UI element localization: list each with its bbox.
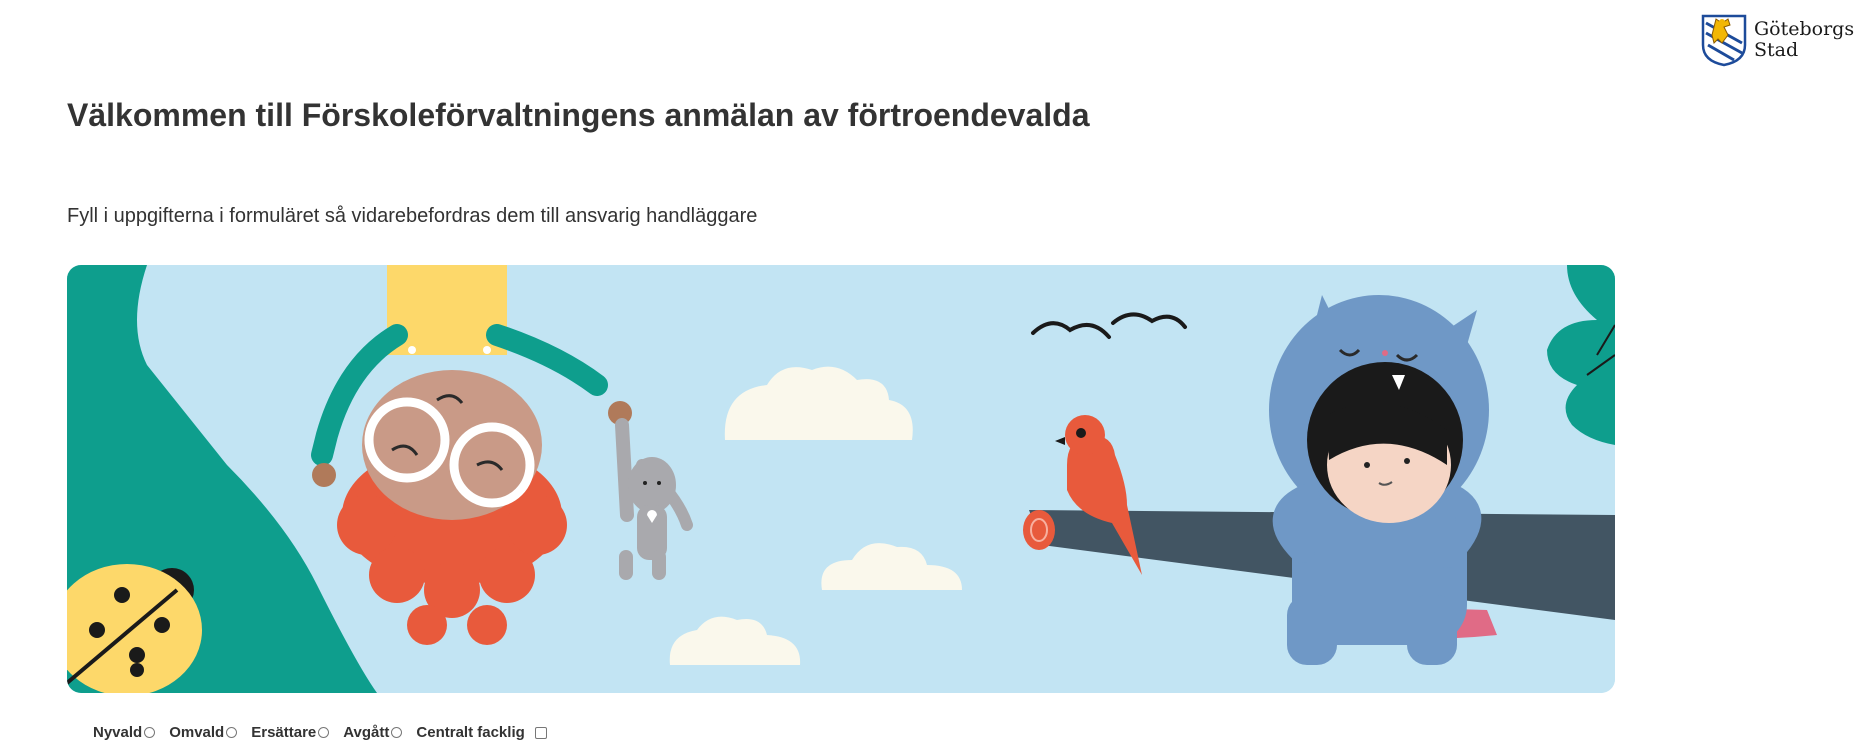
radio-button[interactable] [226, 727, 238, 738]
checkbox[interactable] [534, 726, 547, 739]
page-title: Välkommen till Förskoleförvaltningens an… [67, 97, 1090, 133]
intro-text: Fyll i uppgifterna i formuläret så vidar… [67, 205, 758, 227]
logo-line-1: Göteborgs [1754, 18, 1855, 40]
city-crest-icon [1701, 14, 1747, 67]
goteborgs-stad-logo[interactable]: Göteborgs Stad [1700, 13, 1854, 67]
radio-button[interactable] [144, 727, 156, 738]
option-nyvald[interactable]: Nyvald [93, 724, 156, 741]
option-label: Nyvald [93, 724, 143, 741]
option-ersättare[interactable]: Ersättare [251, 724, 330, 741]
option-omvald[interactable]: Omvald [169, 724, 238, 741]
children-illustration-icon [67, 265, 1615, 693]
logo-text: Göteborgs Stad [1754, 19, 1854, 61]
radio-button[interactable] [318, 727, 330, 738]
option-avgått[interactable]: Avgått [343, 724, 403, 741]
radio-button[interactable] [391, 727, 403, 738]
logo-line-2: Stad [1754, 39, 1799, 61]
hero-illustration [67, 265, 1615, 693]
option-centralt-facklig[interactable]: Centralt facklig [416, 724, 547, 741]
status-options: Nyvald Omvald Ersättare Avgått Centralt fack… [93, 724, 561, 741]
option-label: Avgått [343, 724, 390, 741]
option-label: Centralt facklig [416, 724, 525, 741]
option-label: Ersättare [251, 724, 317, 741]
option-label: Omvald [169, 724, 225, 741]
